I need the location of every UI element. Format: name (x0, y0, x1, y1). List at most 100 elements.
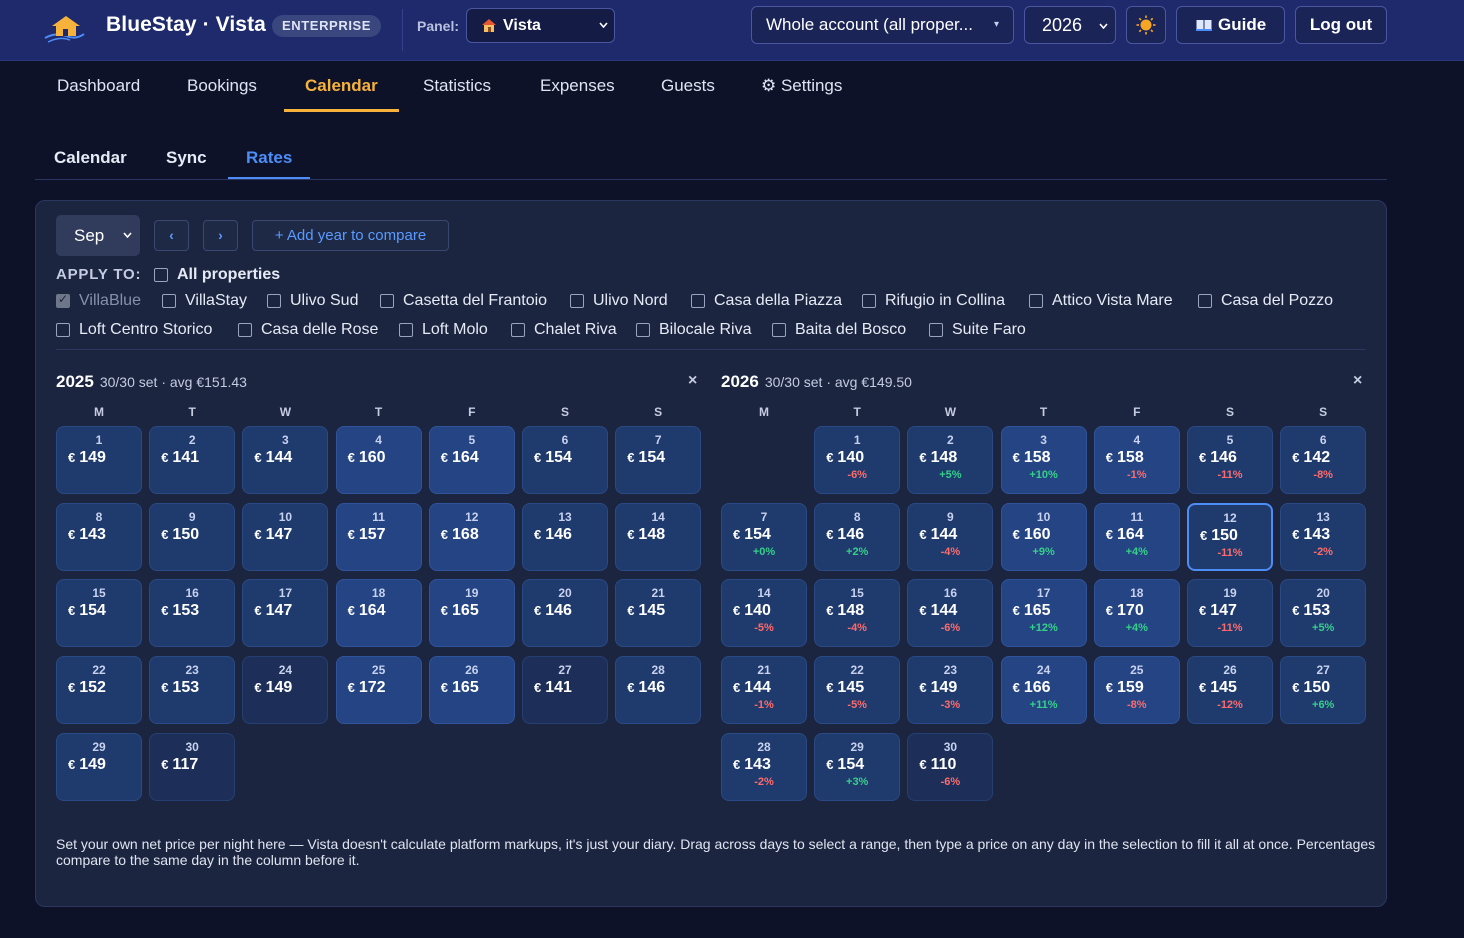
day-price[interactable]: €149 (68, 449, 106, 467)
day-price[interactable]: €147 (254, 602, 292, 620)
rate-day-cell[interactable]: 3 €144 (242, 426, 329, 494)
property-checkbox[interactable]: Loft Molo (399, 321, 488, 339)
property-checkbox[interactable]: Bilocale Riva (636, 321, 751, 339)
tab-dashboard[interactable]: Dashboard (57, 76, 140, 96)
day-price[interactable]: €165 (441, 602, 479, 620)
property-checkbox[interactable]: Attico Vista Mare (1029, 292, 1173, 310)
rate-day-cell[interactable]: 13 €146 (522, 502, 608, 571)
rate-day-cell[interactable]: 21 €144 -1% (721, 656, 807, 725)
next-month-button[interactable]: › (203, 220, 238, 251)
day-price[interactable]: €148 (627, 526, 665, 544)
day-price[interactable]: €140 (826, 449, 864, 467)
day-price[interactable]: €148 (919, 449, 957, 467)
day-price[interactable]: €146 (627, 679, 665, 697)
logout-button[interactable]: Log out (1295, 6, 1387, 44)
day-price[interactable]: €144 (919, 526, 957, 544)
tab-guests[interactable]: Guests (661, 76, 715, 96)
day-price[interactable]: €160 (348, 449, 386, 467)
day-price[interactable]: €158 (1013, 449, 1051, 467)
rate-day-cell[interactable]: 19 €147 -11% (1187, 579, 1273, 648)
day-price[interactable]: €153 (1292, 602, 1330, 620)
rate-day-cell[interactable]: 20 €146 (522, 579, 608, 648)
tab-expenses[interactable]: Expenses (540, 76, 615, 96)
day-price[interactable]: €159 (1106, 679, 1144, 697)
rate-day-cell[interactable]: 17 €165 +12% (1000, 579, 1087, 648)
day-price[interactable]: €154 (534, 449, 572, 467)
day-price[interactable]: €149 (919, 679, 957, 697)
close-icon[interactable]: × (688, 372, 697, 390)
account-select[interactable]: Whole account (all proper... ▾ (751, 6, 1014, 44)
tab-statistics[interactable]: Statistics (423, 76, 491, 96)
day-price[interactable]: €165 (1013, 602, 1051, 620)
month-select[interactable]: Sep (56, 215, 140, 256)
rate-day-cell[interactable]: 29 €149 (56, 732, 142, 801)
panel-select[interactable]: Vista (466, 8, 615, 43)
rate-day-cell[interactable]: 6 €154 (522, 426, 608, 494)
day-price[interactable]: €147 (254, 526, 292, 544)
rate-day-cell[interactable]: 7 €154 +0% (721, 502, 807, 571)
rate-day-cell[interactable]: 5 €146 -11% (1187, 426, 1273, 494)
day-price[interactable]: €150 (1292, 679, 1330, 697)
guide-button[interactable]: Guide (1176, 6, 1285, 44)
rate-day-cell[interactable]: 2 €148 +5% (907, 426, 994, 494)
day-price[interactable]: €146 (1199, 449, 1237, 467)
property-checkbox[interactable]: Suite Faro (929, 321, 1026, 339)
rate-day-cell[interactable]: 16 €153 (149, 579, 236, 648)
rate-day-cell[interactable]: 6 €142 -8% (1280, 426, 1367, 494)
rate-day-cell[interactable]: 16 €144 -6% (907, 579, 994, 648)
day-price[interactable]: €144 (919, 602, 957, 620)
rate-day-cell[interactable]: 4 €160 (335, 426, 422, 494)
rate-day-cell[interactable]: 30 €117 (149, 732, 236, 801)
rate-day-cell[interactable]: 25 €159 -8% (1093, 656, 1180, 725)
rate-day-cell[interactable]: 10 €160 +9% (1000, 502, 1087, 571)
day-price[interactable]: €149 (68, 756, 106, 774)
rate-day-cell[interactable]: 25 €172 (335, 656, 422, 725)
rate-day-cell[interactable]: 11 €164 +4% (1093, 502, 1180, 571)
rate-day-cell[interactable]: 27 €141 (522, 656, 608, 725)
day-price[interactable]: €150 (1200, 527, 1238, 545)
subtab-calendar[interactable]: Calendar (54, 148, 127, 168)
rate-day-cell[interactable]: 19 €165 (428, 579, 515, 648)
property-checkbox[interactable]: Casetta del Frantoio (380, 292, 547, 310)
rate-day-cell[interactable]: 14 €148 (615, 502, 702, 571)
day-price[interactable]: €164 (348, 602, 386, 620)
rate-day-cell[interactable]: 13 €143 -2% (1280, 502, 1367, 571)
day-price[interactable]: €168 (441, 526, 479, 544)
rate-day-cell[interactable]: 24 €166 +11% (1000, 656, 1087, 725)
day-price[interactable]: €153 (161, 602, 199, 620)
rate-day-cell[interactable]: 29 €154 +3% (814, 732, 901, 801)
day-price[interactable]: €145 (1199, 679, 1237, 697)
day-price[interactable]: €160 (1013, 526, 1051, 544)
rate-day-cell[interactable]: 4 €158 -1% (1093, 426, 1180, 494)
day-price[interactable]: €154 (733, 526, 771, 544)
subtab-sync[interactable]: Sync (166, 148, 207, 168)
tab-bookings[interactable]: Bookings (187, 76, 257, 96)
day-price[interactable]: €145 (627, 602, 665, 620)
year-select[interactable]: 2026 (1024, 6, 1116, 44)
day-price[interactable]: €153 (161, 679, 199, 697)
day-price[interactable]: €165 (441, 679, 479, 697)
rate-day-cell[interactable]: 12 €150 -11% (1187, 502, 1273, 571)
rate-day-cell[interactable]: 9 €144 -4% (907, 502, 994, 571)
property-checkbox[interactable]: Loft Centro Storico (56, 321, 212, 339)
rate-day-cell[interactable]: 1 €149 (56, 426, 142, 494)
theme-toggle-button[interactable] (1126, 6, 1166, 44)
rate-day-cell[interactable]: 17 €147 (242, 579, 329, 648)
day-price[interactable]: €150 (161, 526, 199, 544)
day-price[interactable]: €147 (1199, 602, 1237, 620)
day-price[interactable]: €166 (1013, 679, 1051, 697)
day-price[interactable]: €146 (534, 526, 572, 544)
day-price[interactable]: €157 (348, 526, 386, 544)
rate-day-cell[interactable]: 20 €153 +5% (1280, 579, 1367, 648)
day-price[interactable]: €152 (68, 679, 106, 697)
day-price[interactable]: €117 (161, 756, 198, 774)
day-price[interactable]: €146 (826, 526, 864, 544)
rate-day-cell[interactable]: 23 €149 -3% (907, 656, 994, 725)
property-checkbox[interactable]: Baita del Bosco (772, 321, 906, 339)
day-price[interactable]: €148 (826, 602, 864, 620)
rate-day-cell[interactable]: 8 €146 +2% (814, 502, 901, 571)
day-price[interactable]: €146 (534, 602, 572, 620)
property-checkbox[interactable]: Casa delle Rose (238, 321, 378, 339)
day-price[interactable]: €143 (68, 526, 106, 544)
property-checkbox[interactable]: VillaStay (162, 292, 247, 310)
